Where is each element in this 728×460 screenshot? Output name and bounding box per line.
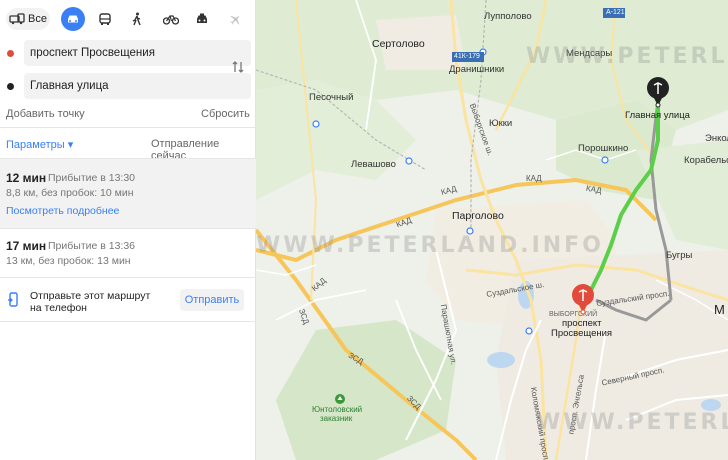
route-details: 8,8 км, без пробок: 10 мин bbox=[6, 187, 134, 199]
end-point-dot bbox=[7, 83, 14, 90]
route-arrival: Прибытие в 13:36 bbox=[48, 240, 136, 252]
bicycle-icon bbox=[163, 15, 179, 25]
send-text: Отправьте этот маршрут на телефон bbox=[30, 290, 151, 314]
watermark: WWW.PETERLAND.INFO bbox=[526, 44, 728, 69]
destination-label: Главная улица bbox=[625, 110, 690, 121]
place-label: Лупполово bbox=[484, 11, 532, 22]
reserve-label: заказник bbox=[320, 414, 353, 423]
place-label: Порошкино bbox=[578, 143, 629, 154]
route-option-1[interactable]: 12 мин Прибытие в 13:30 8,8 км, без проб… bbox=[0, 159, 256, 228]
place-label: Сертолово bbox=[372, 38, 425, 50]
place-label: М bbox=[714, 302, 725, 317]
watermark: WWW.PETERLAND.INFO bbox=[536, 410, 728, 435]
place-label: Левашово bbox=[351, 159, 396, 170]
walking-icon bbox=[132, 12, 141, 26]
send-to-phone: Отправьте этот маршрут на телефон Отправ… bbox=[0, 280, 256, 320]
route-duration: 12 мин bbox=[6, 171, 47, 185]
route-more-link[interactable]: Посмотреть подробнее bbox=[6, 205, 119, 217]
car-mode-button[interactable] bbox=[61, 7, 85, 31]
place-label: Парголово bbox=[452, 210, 504, 222]
plane-icon bbox=[229, 15, 239, 25]
transport-mode-bar: Все bbox=[0, 0, 256, 38]
route-details: 13 км, без пробок: 13 мин bbox=[6, 255, 131, 267]
start-point-dot bbox=[7, 50, 14, 57]
bus-icon bbox=[99, 12, 111, 25]
map-view[interactable]: А-121 41К-179 Сертолово Лупполово Мендса… bbox=[256, 0, 728, 460]
send-button[interactable]: Отправить bbox=[180, 289, 244, 311]
divider bbox=[0, 321, 256, 322]
road-shield-41k: 41К-179 bbox=[454, 53, 480, 60]
transit-mode-button[interactable] bbox=[93, 8, 117, 30]
walk-mode-button[interactable] bbox=[125, 8, 149, 30]
taxi-mode-button[interactable] bbox=[190, 8, 214, 30]
car-icon bbox=[68, 15, 78, 23]
road-label: КАД bbox=[526, 174, 542, 183]
all-modes-label: Все bbox=[28, 13, 47, 25]
chevron-down-icon: ▾ bbox=[67, 139, 74, 151]
watermark: WWW.PETERLAND.INFO bbox=[256, 233, 604, 258]
route-duration: 17 мин bbox=[6, 239, 47, 253]
route-panel: Все проспект Просвещения Главная улица Д… bbox=[0, 0, 256, 460]
taxi-icon bbox=[197, 13, 207, 23]
place-label: Корабельск bbox=[684, 155, 728, 166]
place-label: Энколово bbox=[705, 133, 728, 144]
add-point-link[interactable]: Добавить точку bbox=[6, 108, 85, 120]
place-label: Песочный bbox=[309, 92, 354, 103]
divider bbox=[0, 277, 256, 278]
route-option-2[interactable]: 17 мин Прибытие в 13:36 13 км, без пробо… bbox=[0, 229, 256, 277]
parameters-label: Параметры bbox=[6, 139, 65, 151]
start-label: Просвещения bbox=[551, 328, 613, 339]
to-field[interactable]: Главная улица bbox=[24, 73, 251, 99]
route-arrival: Прибытие в 13:30 bbox=[48, 172, 136, 184]
bike-mode-button[interactable] bbox=[159, 8, 183, 30]
divider bbox=[0, 127, 256, 128]
reserve-label: Юнтоловский bbox=[312, 405, 363, 414]
car-bus-icon bbox=[9, 13, 25, 25]
reset-link[interactable]: Сбросить bbox=[201, 108, 250, 120]
place-label: Бугры bbox=[666, 250, 693, 261]
parameters-dropdown[interactable]: Параметры ▾ bbox=[6, 138, 73, 151]
place-label: Юкки bbox=[489, 118, 513, 129]
swap-icon[interactable] bbox=[232, 60, 244, 77]
from-field[interactable]: проспект Просвещения bbox=[24, 40, 251, 66]
phone-icon bbox=[7, 292, 19, 311]
plane-mode-button[interactable] bbox=[223, 8, 247, 30]
road-shield-a121: А-121 bbox=[606, 9, 625, 16]
all-modes-button[interactable]: Все bbox=[6, 8, 50, 30]
place-label: Дранишники bbox=[449, 64, 505, 75]
